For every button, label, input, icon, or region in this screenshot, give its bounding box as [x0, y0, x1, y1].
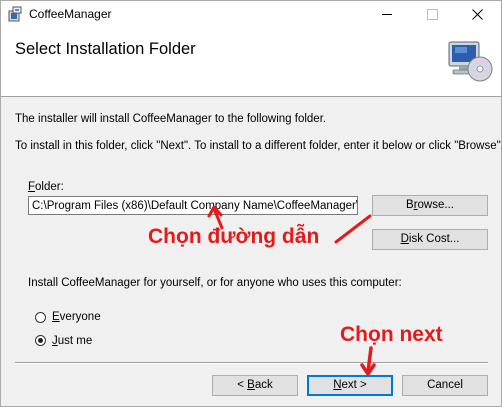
install-for-question: Install CoffeeManager for yourself, or f… — [28, 277, 402, 289]
minimize-icon — [382, 14, 392, 15]
instructions-text: To install in this folder, click "Next".… — [15, 140, 502, 152]
back-button[interactable]: < Back — [212, 375, 298, 396]
maximize-icon — [427, 9, 438, 20]
header-banner: Select Installation Folder — [1, 28, 501, 97]
everyone-radio[interactable] — [35, 312, 46, 323]
close-icon — [472, 9, 483, 20]
intro-text: The installer will install CoffeeManager… — [15, 113, 327, 125]
cancel-button[interactable]: Cancel — [402, 375, 488, 396]
installer-icon — [7, 6, 23, 22]
computer-cd-icon — [447, 40, 493, 87]
close-button[interactable] — [455, 1, 501, 28]
footer-separator — [15, 362, 488, 364]
just-me-radio[interactable] — [35, 335, 46, 346]
page-title: Select Installation Folder — [15, 40, 196, 58]
folder-label: Folder: — [28, 181, 64, 193]
annotation-choose-next: Chọn next — [340, 323, 443, 346]
maximize-button — [409, 1, 455, 28]
radio-selected-dot — [38, 338, 43, 343]
title-bar: CoffeeManager — [1, 1, 501, 28]
next-button[interactable]: Next > — [307, 375, 393, 396]
browse-button[interactable]: Browse... — [372, 195, 488, 216]
just-me-label[interactable]: Just me — [52, 335, 92, 347]
minimize-button[interactable] — [364, 1, 410, 28]
disk-cost-button[interactable]: Disk Cost... — [372, 229, 488, 250]
folder-path-input[interactable] — [28, 196, 358, 215]
everyone-label[interactable]: Everyone — [52, 311, 101, 323]
annotation-choose-path: Chọn đường dẫn — [148, 225, 320, 248]
window-title: CoffeeManager — [29, 7, 112, 21]
